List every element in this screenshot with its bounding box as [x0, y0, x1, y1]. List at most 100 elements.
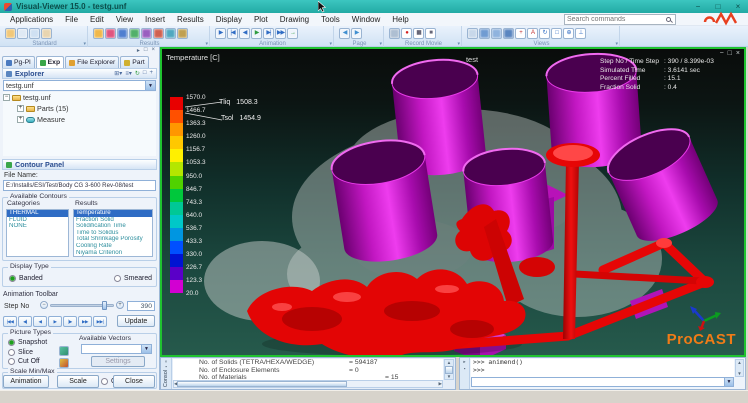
chevron-down-icon[interactable]: ▼ — [141, 345, 151, 353]
chevron-down-icon[interactable]: ▼ — [724, 378, 733, 386]
scroll-thumb[interactable] — [177, 381, 347, 387]
next-page-icon[interactable]: ▶ — [351, 28, 362, 39]
next-frame-icon[interactable]: ▶| — [263, 28, 274, 39]
display-type-radio[interactable]: Smeared — [114, 275, 152, 282]
rotate-view-icon[interactable]: ↻ — [539, 28, 550, 39]
viewport-window-button[interactable]: □ — [728, 50, 732, 57]
expand-icon[interactable]: + — [17, 116, 24, 123]
picture-type-radio[interactable]: Cut Off — [8, 358, 47, 365]
console-pin-icon[interactable]: ▪ — [165, 364, 167, 369]
panel-tab[interactable]: File Explorer — [65, 56, 119, 68]
minimize-button[interactable]: − — [692, 2, 704, 11]
scale-button[interactable]: Scale — [57, 375, 99, 388]
play-icon[interactable]: ▶ — [251, 28, 262, 39]
result-options-icon[interactable] — [177, 28, 188, 39]
viewport-window-button[interactable]: × — [736, 50, 740, 57]
scroll-up-icon[interactable]: ▲ — [447, 360, 451, 365]
slice-icon[interactable] — [59, 346, 69, 356]
stop-icon[interactable]: ■ — [425, 28, 436, 39]
pin-icon[interactable]: ▸ — [137, 47, 140, 54]
status-icon[interactable] — [165, 28, 176, 39]
float-icon[interactable]: □ — [144, 47, 148, 54]
scroll-up-icon[interactable]: ▲ — [737, 360, 741, 365]
menu-item[interactable]: View — [110, 15, 139, 24]
playback-button[interactable]: ◀| — [18, 316, 32, 327]
result-item[interactable]: Temperature — [74, 210, 152, 217]
update-button[interactable]: Update — [117, 315, 155, 327]
category-item[interactable]: THERMAL — [7, 210, 68, 217]
view-iso-icon[interactable] — [479, 28, 490, 39]
result-item[interactable]: Cooling Rate — [74, 243, 152, 250]
menu-item[interactable]: Insert — [139, 15, 171, 24]
category-item[interactable]: FLUID — [7, 217, 68, 224]
grid-icon[interactable]: ▪ — [464, 366, 466, 371]
first-frame-icon[interactable]: |◀ — [227, 28, 238, 39]
picture-type-radio[interactable]: Slice — [8, 349, 47, 356]
zoom-box-icon[interactable]: □ — [551, 28, 562, 39]
viewport-window-button[interactable]: − — [720, 50, 724, 57]
fit-view-icon[interactable]: ⊕ — [563, 28, 574, 39]
scroll-thumb[interactable] — [445, 366, 453, 374]
filter-icon[interactable]: ⊞▾ — [114, 70, 122, 77]
animation-panel-icon[interactable]: ▶ — [215, 28, 226, 39]
result-item[interactable]: Solidification Time — [74, 223, 152, 230]
playback-button[interactable]: ◀ — [33, 316, 47, 327]
result-item[interactable]: Temperature at Fill Time — [74, 256, 152, 257]
menu-item[interactable]: Results — [171, 15, 210, 24]
step-no-field[interactable]: 390 — [127, 301, 155, 311]
panel-tab[interactable]: Part — [120, 56, 148, 68]
prev-frame-icon[interactable]: ◀ — [239, 28, 250, 39]
record-icon[interactable]: ● — [401, 28, 412, 39]
cut-plane-icon[interactable] — [141, 28, 152, 39]
close-button[interactable]: × — [732, 2, 744, 11]
result-item[interactable]: Niyama Criterion — [74, 250, 152, 257]
playback-button[interactable]: ▶▶| — [93, 316, 107, 327]
view-front-icon[interactable] — [491, 28, 502, 39]
copy-icon[interactable] — [29, 28, 40, 39]
step-minus-button[interactable]: − — [40, 301, 48, 309]
menu-item[interactable]: Applications — [4, 15, 59, 24]
open-icon[interactable] — [5, 28, 16, 39]
step-slider-handle[interactable] — [102, 301, 107, 310]
animation-button[interactable]: Animation — [3, 375, 49, 388]
panel-close-icon[interactable]: × — [151, 47, 155, 54]
open-results-icon[interactable] — [93, 28, 104, 39]
export-anim-icon[interactable]: → — [287, 28, 298, 39]
category-item[interactable]: NONE — [7, 223, 68, 230]
scroll-down-icon[interactable]: ▼ — [737, 371, 741, 376]
scroll-right-icon[interactable]: ▶ — [439, 381, 442, 387]
view-top-icon[interactable] — [503, 28, 514, 39]
expand-icon[interactable]: + — [17, 105, 24, 112]
close-panel-button[interactable]: Close — [113, 375, 155, 388]
cutoff-icon[interactable] — [59, 358, 69, 368]
settings-button[interactable]: Settings — [91, 356, 145, 367]
console-hscrollbar[interactable]: ◀▶ — [173, 380, 443, 388]
menu-item[interactable]: File — [59, 15, 84, 24]
playback-button[interactable]: ▶ — [48, 316, 62, 327]
file-combo[interactable]: testg.unf ▼ — [3, 80, 156, 91]
console-output[interactable]: No. of Solids (TETRA/HEXA/WEDGE)= 594187… — [173, 359, 443, 380]
camera-icon[interactable] — [389, 28, 400, 39]
command-input[interactable]: ▼ — [471, 377, 734, 387]
export-icon[interactable] — [41, 28, 52, 39]
console-vscrollbar[interactable]: ▲▼ — [444, 359, 454, 380]
prompt-icon[interactable]: ▸ — [463, 359, 465, 364]
pause-icon[interactable]: ▮▮ — [413, 28, 424, 39]
menu-item[interactable]: Drawing — [274, 15, 315, 24]
display-type-radio[interactable]: Banded — [9, 275, 43, 282]
vectors-combo[interactable]: ▼ — [81, 344, 152, 354]
menu-item[interactable]: Plot — [248, 15, 274, 24]
search-input[interactable] — [567, 16, 666, 23]
chevron-down-icon[interactable]: ▼ — [145, 81, 155, 90]
maximize-button[interactable]: □ — [712, 2, 724, 11]
playback-button[interactable]: |◀◀ — [3, 316, 17, 327]
picture-type-radio[interactable]: Snapshot — [8, 339, 47, 346]
refresh-icon[interactable]: ↻ — [135, 70, 140, 77]
playback-button[interactable]: ▶▶ — [78, 316, 92, 327]
contour-icon[interactable] — [105, 28, 116, 39]
tree-node-parts[interactable]: + Parts (15) — [3, 103, 156, 114]
axis-triad-icon[interactable]: + — [515, 28, 526, 39]
import-icon[interactable] — [17, 28, 28, 39]
menu-item[interactable]: Window — [346, 15, 386, 24]
scroll-down-icon[interactable]: ▼ — [447, 374, 451, 379]
